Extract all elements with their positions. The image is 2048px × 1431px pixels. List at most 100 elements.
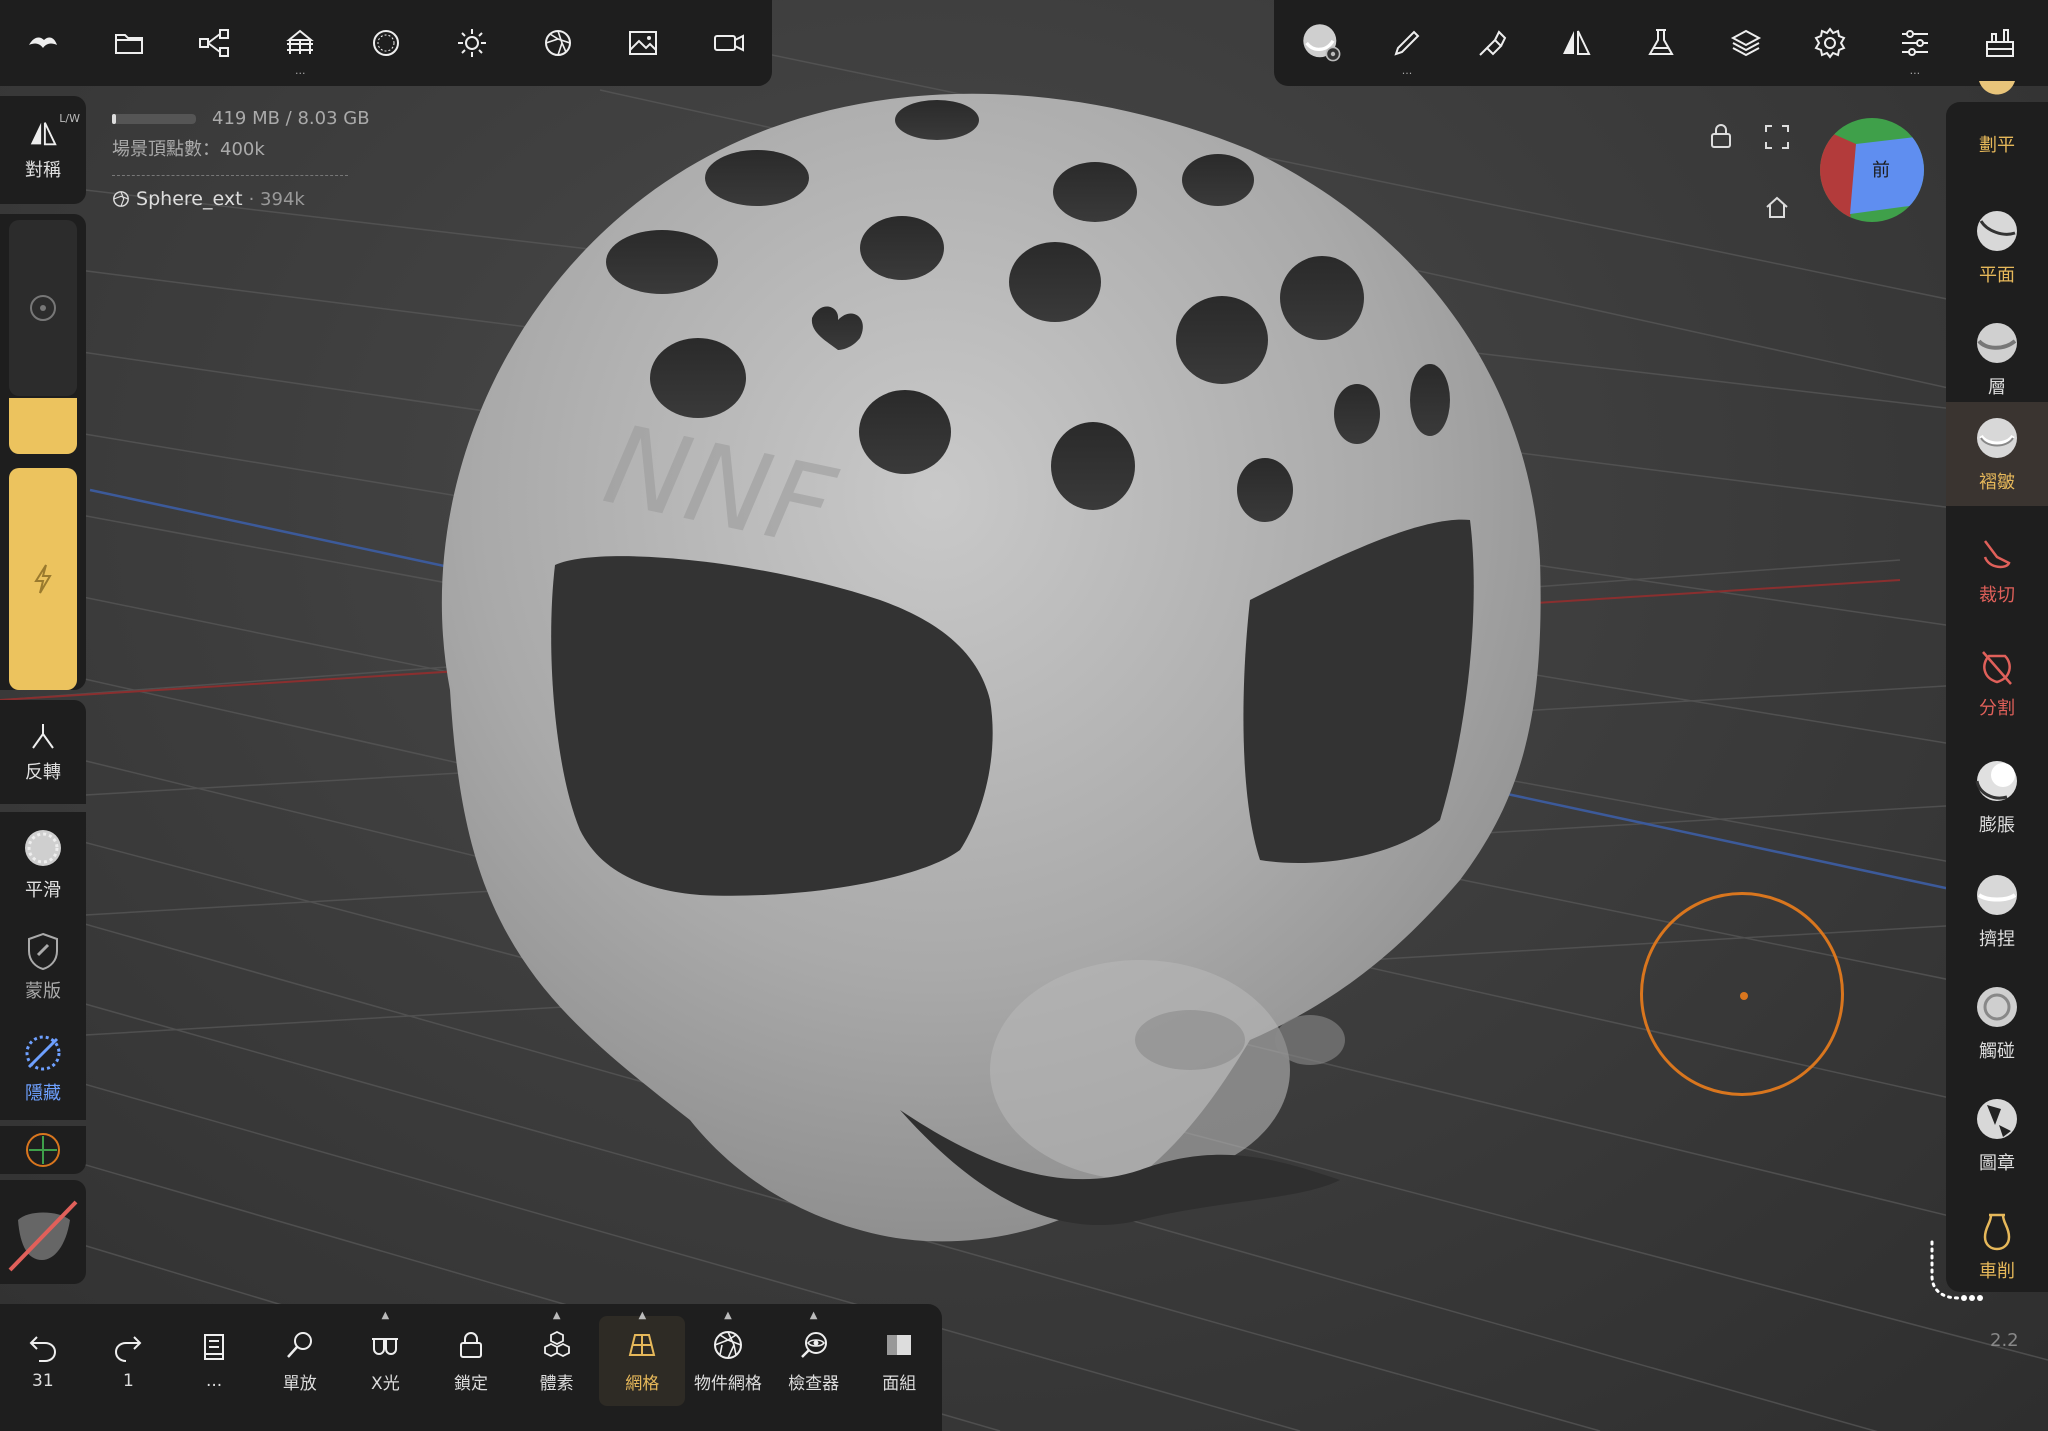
solo-button[interactable]: 單放 [257,1316,343,1406]
tool-flatten[interactable]: 劃平 [1946,62,2048,175]
version-label: 2.2 [1990,1330,2019,1351]
redo-icon [115,1336,142,1362]
material-sphere-icon[interactable] [343,0,429,86]
brush-cursor [1640,892,1844,1096]
solo-label: 單放 [282,1373,317,1394]
smooth-label: 平滑 [25,880,61,901]
tool-layer[interactable]: 層 [1946,302,2048,415]
material-preview[interactable] [0,1180,86,1284]
brush-sliders [0,214,86,690]
mesh-button[interactable]: ▲ 網格 [599,1310,686,1406]
shading-icon[interactable] [515,0,601,86]
symmetry-block[interactable]: L/W 對稱 [0,96,86,204]
smooth-button[interactable]: 平滑 [0,812,86,916]
smooth-icon [25,830,61,866]
tool-pinch[interactable]: 擠捏 [1946,854,2048,967]
paint-icon[interactable]: ... [1367,0,1447,86]
memory-text: 419 MB / 8.03 GB [212,108,370,129]
tool-crease[interactable]: 褶皺 [1946,402,2048,506]
tool-label: 裁切 [1979,584,2015,606]
brush-material-icon[interactable] [1282,0,1362,86]
viewport-3d[interactable]: NNF [0,0,2048,1431]
radius-slider[interactable] [9,220,77,396]
vertex-count: 場景頂點數：400k [112,139,265,160]
adjust-icon[interactable]: ... [1875,0,1955,86]
fullscreen-icon[interactable] [1764,124,1790,154]
nomad-logo-icon[interactable] [0,0,86,86]
tool-stamp[interactable]: 圖章 [1946,1078,2048,1191]
symmetry-hint: L/W [59,112,80,125]
tool-plane[interactable]: 平面 [1946,190,2048,303]
xray-label: X光 [371,1373,400,1394]
memory-usage: 419 MB / 8.03 GB [112,108,370,129]
lock-view-icon[interactable] [1708,122,1734,154]
intensity-slider[interactable] [9,468,77,690]
object-mesh-button[interactable]: ▲ 物件網格 [685,1310,771,1406]
gizmo-icon [26,1133,60,1167]
mask-label: 蒙版 [25,981,61,1002]
plane-tool-icon [1977,210,2017,251]
hide-button[interactable]: 隱藏 [0,1018,86,1120]
search-icon [286,1331,312,1358]
history-button[interactable]: ... [171,1316,257,1406]
lock-button[interactable]: 鎖定 [428,1316,514,1406]
radius-slider-fill[interactable] [9,398,77,454]
symmetry-icon[interactable] [1536,0,1616,86]
undo-button[interactable]: 31 [0,1316,86,1406]
glasses-icon [372,1337,399,1355]
tool-inflate[interactable]: 膨脹 [1946,740,2048,853]
lab-icon[interactable] [1621,0,1701,86]
history-icon [204,1334,225,1360]
lock-label: 鎖定 [454,1373,489,1394]
caret-icon: ▲ [638,1310,647,1321]
mask-button[interactable]: 蒙版 [0,916,86,1018]
share-icon[interactable] [172,0,258,86]
tool-label: 褶皺 [1979,472,2015,493]
memory-bar [112,114,196,124]
tool-split[interactable]: 分割 [1946,627,2048,740]
more-dots: ... [1909,64,1921,77]
scene-icon[interactable]: ... [257,0,343,86]
undo-icon [29,1336,56,1362]
trim-tool-icon [1983,539,2011,568]
active-object[interactable]: Sphere_ext · 394k [112,188,370,210]
stroke-icon[interactable] [1452,0,1532,86]
voxel-label: 體素 [539,1373,574,1394]
tool-label: 層 [1988,376,2006,398]
object-name: Sphere_ext [136,188,243,210]
tool-label: 擠捏 [1979,928,2015,950]
camera-icon[interactable] [686,0,772,86]
gizmo-button[interactable] [0,1126,86,1174]
invert-icon [32,724,54,749]
home-view-icon[interactable] [1764,194,1790,224]
background-image-icon[interactable] [600,0,686,86]
folder-icon[interactable] [86,0,172,86]
tools-panel: 劃平 平面 層 褶皺 裁切 分割 膨脹 擠捏 觸碰 圖章 車削 [1946,80,2048,1292]
facegroup-label: 面組 [882,1373,917,1394]
invert-button[interactable]: 反轉 [0,700,86,804]
facegroup-button[interactable]: 面組 [856,1316,942,1406]
inspector-button[interactable]: ▲ 檢查器 [771,1310,857,1406]
object-mesh-label: 物件網格 [693,1373,762,1394]
orientation-cube[interactable]: 前 [1820,118,1924,222]
layers-icon[interactable] [1706,0,1786,86]
panel-handle-icon[interactable] [1924,1236,1984,1310]
tool-trim[interactable]: 裁切 [1946,514,2048,627]
light-icon[interactable] [429,0,515,86]
xray-button[interactable]: ▲ X光 [343,1310,429,1406]
front-face-label: 前 [1872,160,1890,181]
tool-smudge[interactable]: 觸碰 [1946,966,2048,1079]
redo-button[interactable]: 1 [86,1316,172,1406]
voxel-button[interactable]: ▲ 體素 [514,1310,600,1406]
symmetry-label: 對稱 [25,160,61,181]
smudge-tool-icon [1977,986,2017,1027]
intensity-icon [34,564,52,594]
settings-icon[interactable] [1790,0,1870,86]
grid-icon [629,1333,656,1356]
inspector-label: 檢查器 [788,1373,840,1394]
more-dots: ... [294,64,306,77]
tool-label: 劃平 [1979,134,2015,156]
facegroup-icon [887,1334,912,1355]
history-label: ... [205,1371,223,1391]
tool-label: 圖章 [1979,1152,2015,1174]
